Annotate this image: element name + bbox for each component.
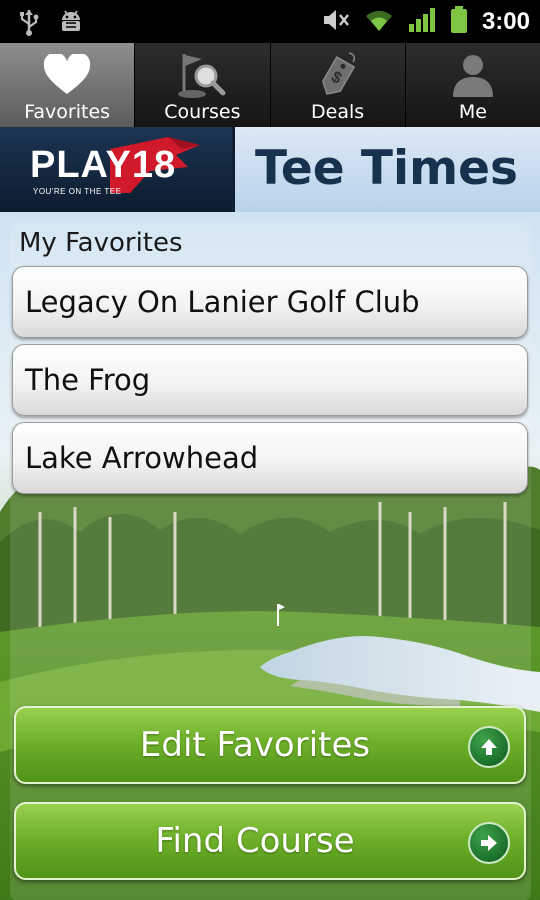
tab-me-label: Me [458,101,487,123]
find-course-button[interactable]: Find Course [14,802,526,880]
status-bar: 3:00 [0,0,540,43]
golf-search-icon [172,49,232,101]
signal-icon [408,7,436,37]
tab-courses-label: Courses [164,101,241,123]
tab-courses[interactable]: Courses [135,43,271,127]
tab-me[interactable]: Me [406,43,540,127]
tab-favorites-label: Favorites [24,101,111,123]
arrow-right-icon [468,822,510,864]
mute-icon [322,7,350,37]
edit-favorites-label: Edit Favorites [139,725,371,765]
tab-deals-label: Deals [311,101,365,123]
find-course-label: Find Course [155,821,355,861]
price-tag-icon: $ [308,49,368,101]
page-title: Tee Times [255,141,518,196]
wifi-icon [364,7,394,37]
battery-icon [450,5,468,38]
clock: 3:00 [481,7,530,35]
person-icon [443,49,503,101]
brand-header: PLAY18 YOU'RE ON THE TEE Tee Times [0,127,540,212]
tab-deals[interactable]: $ Deals [271,43,406,127]
favorites-list: Legacy On Lanier Golf Club The Frog Lake… [12,266,528,500]
android-debug-icon [58,8,84,40]
logo-tagline: YOU'RE ON THE TEE [33,187,122,196]
usb-icon [18,8,40,40]
tab-bar: Favorites Courses $ Deals Me [0,43,540,127]
brand-title-panel: Tee Times [233,127,540,212]
favorite-item[interactable]: The Frog [12,344,528,416]
section-title: My Favorites [19,228,183,258]
play18-logo: PLAY18 YOU'RE ON THE TEE [0,127,232,212]
favorite-item[interactable]: Lake Arrowhead [12,422,528,494]
content-area: My Favorites Legacy On Lanier Golf Club … [0,212,540,900]
favorite-item[interactable]: Legacy On Lanier Golf Club [12,266,528,338]
tab-favorites[interactable]: Favorites [0,43,136,127]
logo-text: PLAY18 [30,144,177,186]
heart-icon [37,49,97,101]
edit-favorites-button[interactable]: Edit Favorites [14,706,526,784]
arrow-up-icon [468,726,510,768]
